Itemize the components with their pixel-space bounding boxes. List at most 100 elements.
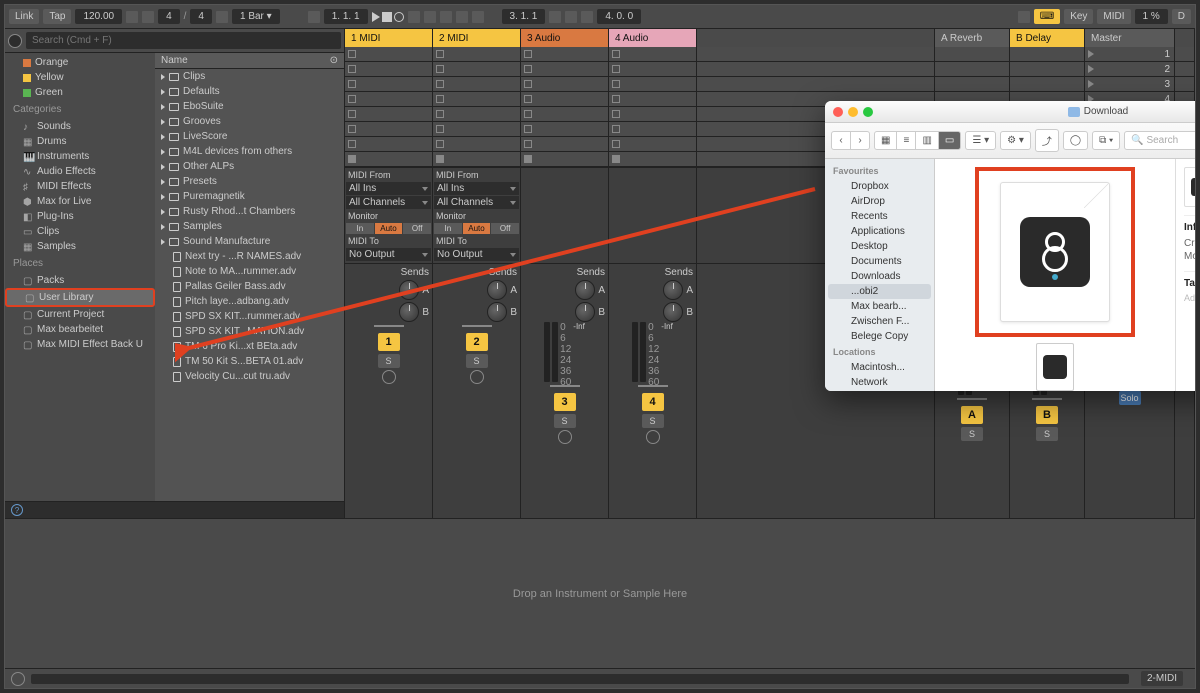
sidebar-item-airdrop[interactable]: AirDrop: [825, 194, 934, 209]
sidebar-item-max-bearb-[interactable]: Max bearb...: [825, 299, 934, 314]
send-a-knob[interactable]: [399, 280, 419, 300]
track-activator[interactable]: B: [1036, 406, 1058, 424]
stop-clip-button[interactable]: [609, 152, 696, 167]
record-button[interactable]: [394, 12, 404, 22]
nudge-down-icon[interactable]: [142, 11, 154, 23]
collapse-browser-button[interactable]: [8, 34, 22, 48]
folder-item[interactable]: Samples: [155, 219, 344, 234]
tempo-display[interactable]: 120.00: [75, 9, 122, 24]
category-clips[interactable]: ▭Clips: [5, 224, 155, 239]
send-a-knob[interactable]: [575, 280, 595, 300]
follow-icon[interactable]: [308, 11, 320, 23]
link-button[interactable]: Link: [9, 9, 39, 24]
stop-clip-button[interactable]: [433, 152, 520, 167]
send-a-knob[interactable]: [663, 280, 683, 300]
tap-button[interactable]: Tap: [43, 9, 71, 24]
clip-slot[interactable]: [345, 137, 432, 152]
track-activator[interactable]: 4: [642, 393, 664, 411]
midi-to-select[interactable]: No Output: [346, 248, 431, 261]
help-button[interactable]: ?: [11, 504, 23, 516]
solo-button[interactable]: S: [1036, 427, 1058, 441]
file-preview-selected[interactable]: [975, 167, 1135, 337]
clip-slot[interactable]: [345, 47, 432, 62]
list-column-name[interactable]: Name: [161, 55, 188, 66]
column-toggle-icon[interactable]: ⊙: [330, 55, 338, 66]
clip-slot[interactable]: [433, 62, 520, 77]
clip-slot[interactable]: [521, 47, 608, 62]
folder-item[interactable]: Defaults: [155, 84, 344, 99]
dropbox-button[interactable]: ⧉ ▾: [1092, 131, 1120, 150]
clip-slot[interactable]: [609, 92, 696, 107]
track-activator[interactable]: 2: [466, 333, 488, 351]
view-gallery-button[interactable]: ▭: [938, 131, 961, 150]
search-input[interactable]: [26, 32, 341, 49]
track-activator[interactable]: 3: [554, 393, 576, 411]
file-item[interactable]: Velocity Cu...cut tru.adv: [155, 369, 344, 384]
track-header-audio4[interactable]: 4 Audio: [609, 29, 697, 47]
pan-control[interactable]: [374, 325, 404, 327]
cue-solo-button[interactable]: Solo: [1119, 391, 1141, 405]
arm-button[interactable]: [382, 370, 396, 384]
window-close-button[interactable]: [833, 107, 843, 117]
clip-slot[interactable]: [609, 62, 696, 77]
sidebar-item--obi-[interactable]: ...obi2: [828, 284, 931, 299]
stop-button[interactable]: [382, 12, 392, 22]
device-drop-area[interactable]: Drop an Instrument or Sample Here: [5, 518, 1195, 668]
action-button[interactable]: ⚙ ▾: [1000, 131, 1031, 150]
folder-item[interactable]: Other ALPs: [155, 159, 344, 174]
place-current-project[interactable]: ▢Current Project: [5, 307, 155, 322]
clip-slot[interactable]: [433, 137, 520, 152]
track-header-reverb[interactable]: A Reverb: [935, 29, 1010, 47]
midi-from-channel-select[interactable]: All Channels: [434, 196, 519, 209]
computer-midi-icon[interactable]: ⌨: [1034, 9, 1060, 24]
pan-control[interactable]: [638, 385, 668, 387]
nav-forward-button[interactable]: ›: [850, 131, 870, 150]
folder-item[interactable]: Grooves: [155, 114, 344, 129]
clip-slot[interactable]: [345, 107, 432, 122]
disclosure-triangle-icon[interactable]: [161, 104, 165, 110]
view-list-button[interactable]: ≡: [896, 131, 916, 150]
disclosure-triangle-icon[interactable]: [161, 194, 165, 200]
clip-slot[interactable]: [521, 62, 608, 77]
session-record-icon[interactable]: [472, 11, 484, 23]
timesig-num[interactable]: 4: [158, 9, 180, 24]
color-label-orange[interactable]: Orange: [5, 55, 155, 70]
sidebar-item-network[interactable]: Network: [825, 375, 934, 390]
clip-slot[interactable]: [345, 122, 432, 137]
clip-slot[interactable]: [609, 107, 696, 122]
folder-item[interactable]: EboSuite: [155, 99, 344, 114]
color-label-green[interactable]: Green: [5, 85, 155, 100]
pan-control[interactable]: [550, 385, 580, 387]
place-user-library[interactable]: ▢User Library: [5, 288, 155, 307]
folder-item[interactable]: Clips: [155, 69, 344, 84]
folder-item[interactable]: Sound Manufacture: [155, 234, 344, 249]
clip-slot[interactable]: [521, 122, 608, 137]
folder-item[interactable]: M4L devices from others: [155, 144, 344, 159]
window-zoom-button[interactable]: [863, 107, 873, 117]
clip-slot[interactable]: [433, 77, 520, 92]
metronome-toggle-icon[interactable]: [216, 11, 228, 23]
midi-to-select[interactable]: No Output: [434, 248, 519, 261]
solo-button[interactable]: S: [378, 354, 400, 368]
clip-slot[interactable]: [609, 122, 696, 137]
view-column-button[interactable]: ▥: [915, 131, 938, 150]
category-samples[interactable]: ▦Samples: [5, 239, 155, 254]
category-plug-ins[interactable]: ◧Plug-Ins: [5, 209, 155, 224]
sidebar-item-recents[interactable]: Recents: [825, 209, 934, 224]
track-header-audio3[interactable]: 3 Audio: [521, 29, 609, 47]
category-instruments[interactable]: 🎹Instruments: [5, 149, 155, 164]
scene-launch-button[interactable]: 1: [1085, 47, 1174, 62]
send-a-knob[interactable]: [487, 280, 507, 300]
file-item[interactable]: Pallas Geiler Bass.adv: [155, 279, 344, 294]
clip-slot[interactable]: [609, 77, 696, 92]
clip-slot[interactable]: [433, 107, 520, 122]
solo-button[interactable]: S: [642, 414, 664, 428]
arm-button[interactable]: [646, 430, 660, 444]
track-header-midi2[interactable]: 2 MIDI: [433, 29, 521, 47]
send-b-knob[interactable]: [663, 302, 683, 322]
clip-slot[interactable]: [433, 92, 520, 107]
clip-slot[interactable]: [345, 77, 432, 92]
sidebar-item-belege-copy[interactable]: Belege Copy: [825, 329, 934, 344]
clip-slot[interactable]: [345, 62, 432, 77]
tags-button[interactable]: ◯: [1063, 131, 1088, 150]
